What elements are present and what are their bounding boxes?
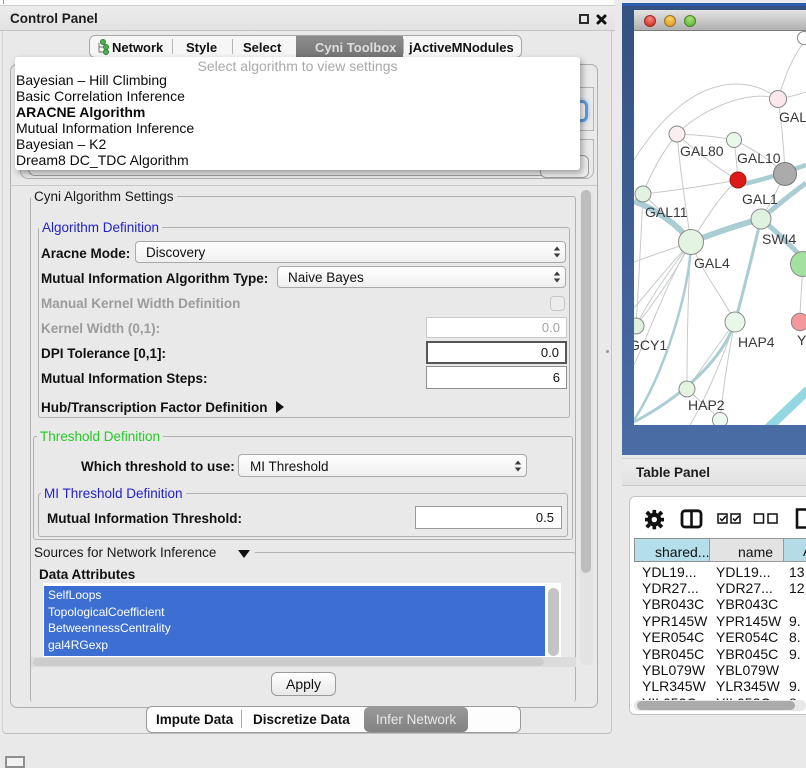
- svg-text:GCY1: GCY1: [634, 337, 667, 353]
- svg-text:GAL4: GAL4: [694, 255, 730, 271]
- svg-text:YE: YE: [797, 332, 806, 348]
- svg-text:GAL80: GAL80: [680, 143, 724, 159]
- svg-text:HAP4: HAP4: [738, 334, 775, 350]
- svg-text:HAP2: HAP2: [688, 397, 725, 413]
- svg-text:GAL1: GAL1: [742, 191, 778, 207]
- svg-text:SWI4: SWI4: [762, 231, 796, 247]
- svg-text:GAL10: GAL10: [737, 150, 781, 166]
- svg-text:GAL2: GAL2: [779, 109, 806, 125]
- svg-text:GAL11: GAL11: [645, 204, 688, 220]
